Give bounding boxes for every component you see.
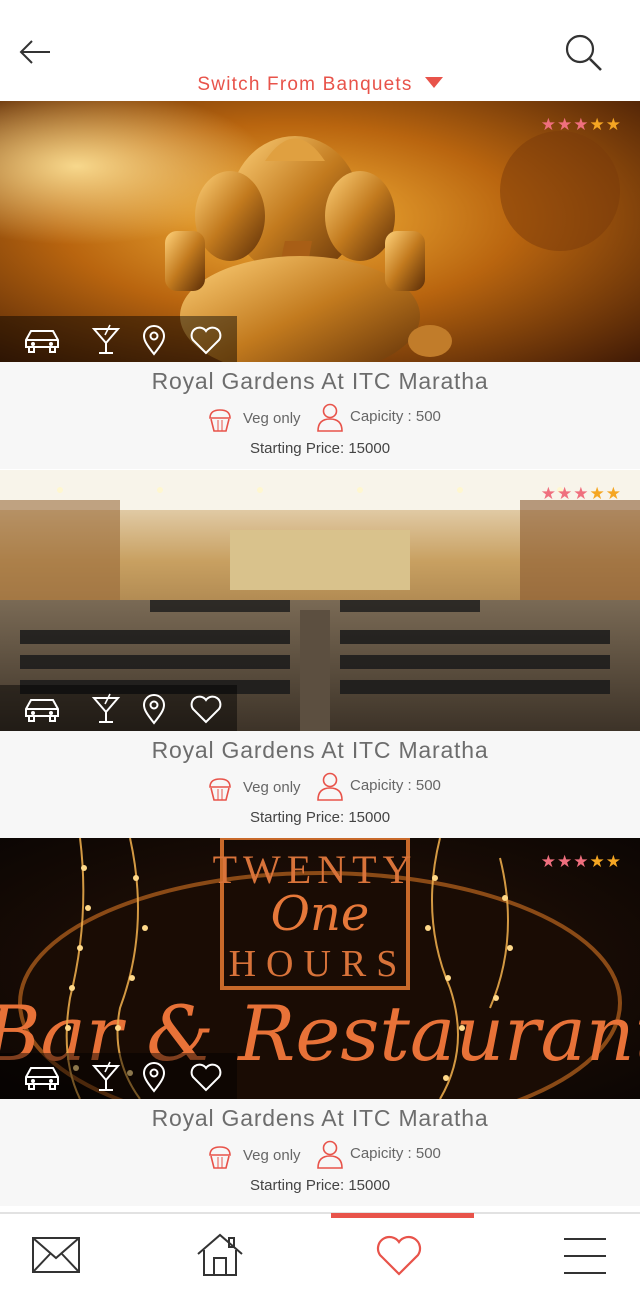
venue-name[interactable]: Royal Gardens At ITC Maratha <box>0 1105 640 1132</box>
star-icon: ★ <box>540 484 557 503</box>
rating-stars: ★★★★★ <box>541 852 622 872</box>
star-icon: ★ <box>605 852 622 871</box>
nav-home[interactable] <box>196 1232 244 1283</box>
starting-price: Starting Price: 15000 <box>249 1177 391 1194</box>
cocktail-icon <box>91 1061 121 1091</box>
cocktail-icon <box>91 324 121 354</box>
venue-name[interactable]: Royal Gardens At ITC Maratha <box>0 737 640 764</box>
switch-category-dropdown[interactable]: Switch From Banquets <box>0 74 640 96</box>
star-icon: ★ <box>589 115 606 134</box>
cupcake-icon <box>209 409 231 432</box>
capacity-label: Capicity : 500 <box>350 1145 441 1162</box>
menu-icon <box>564 1238 606 1274</box>
location-button[interactable] <box>134 1060 174 1094</box>
venue-card[interactable]: ★★★★★ Royal Gardens At ITC Maratha Veg o… <box>0 470 640 838</box>
venue-card[interactable]: TWENTY One HOURS Bar & Restaurant ★★★★★ <box>0 838 640 1206</box>
venue-card[interactable]: ★★★★★ Royal Gardens At ITC Maratha Veg o… <box>0 101 640 469</box>
parking-button[interactable] <box>22 1060 62 1094</box>
amenities-bar <box>0 1053 237 1099</box>
amenities-bar <box>0 685 237 731</box>
food-type-label: Veg only <box>243 1147 301 1164</box>
star-icon: ★ <box>573 852 590 871</box>
search-icon <box>565 34 602 71</box>
bar-button[interactable] <box>86 323 126 357</box>
star-icon: ★ <box>589 852 606 871</box>
heart-icon <box>190 695 222 724</box>
starting-price: Starting Price: 15000 <box>249 440 391 457</box>
venue-info: Royal Gardens At ITC Maratha Veg only Ca… <box>0 731 640 838</box>
search-button[interactable] <box>560 30 606 74</box>
switch-label: Switch From Banquets <box>197 74 413 95</box>
heart-icon <box>190 1063 222 1092</box>
nav-messages[interactable] <box>30 1234 82 1281</box>
venue-info: Royal Gardens At ITC Maratha Veg only Ca… <box>0 1099 640 1206</box>
parking-button[interactable] <box>22 323 62 357</box>
cocktail-icon <box>91 693 121 723</box>
star-icon: ★ <box>540 852 557 871</box>
food-type-label: Veg only <box>243 410 301 427</box>
car-icon <box>25 1067 59 1090</box>
venue-meta: Veg only Capicity : 500 <box>0 771 640 805</box>
location-button[interactable] <box>134 692 174 726</box>
capacity-label: Capicity : 500 <box>350 777 441 794</box>
person-icon <box>317 403 343 432</box>
location-pin-icon <box>142 694 166 725</box>
arrow-left-icon <box>19 40 50 64</box>
rating-stars: ★★★★★ <box>541 115 622 135</box>
bar-button[interactable] <box>86 1060 126 1094</box>
venue-meta: Veg only Capicity : 500 <box>0 1139 640 1173</box>
active-tab-indicator <box>331 1213 474 1218</box>
capacity-label: Capicity : 500 <box>350 408 441 425</box>
star-icon: ★ <box>557 852 574 871</box>
location-button[interactable] <box>134 323 174 357</box>
person-icon <box>317 1140 343 1169</box>
parking-button[interactable] <box>22 692 62 726</box>
venue-meta: Veg only Capicity : 500 <box>0 402 640 436</box>
home-icon <box>197 1233 243 1276</box>
cupcake-icon <box>209 1146 231 1169</box>
car-icon <box>25 699 59 722</box>
star-icon: ★ <box>573 115 590 134</box>
sign-text-hours: HOURS <box>229 943 408 985</box>
star-icon: ★ <box>589 484 606 503</box>
star-icon: ★ <box>540 115 557 134</box>
amenities-bar <box>0 316 237 362</box>
bottom-navigation <box>0 1212 640 1310</box>
bar-button[interactable] <box>86 692 126 726</box>
person-icon <box>317 772 343 801</box>
venue-image[interactable]: ★★★★★ <box>0 470 640 731</box>
favorite-button[interactable] <box>186 692 226 726</box>
location-pin-icon <box>142 325 166 356</box>
location-pin-icon <box>142 1062 166 1093</box>
sign-text-one: One <box>271 886 370 942</box>
star-icon: ★ <box>605 484 622 503</box>
nav-favorites[interactable] <box>374 1234 424 1283</box>
mail-icon <box>32 1237 80 1273</box>
favorite-button[interactable] <box>186 1060 226 1094</box>
rating-stars: ★★★★★ <box>541 484 622 504</box>
venue-info: Royal Gardens At ITC Maratha Veg only Ca… <box>0 362 640 469</box>
nav-menu[interactable] <box>562 1236 608 1281</box>
back-button[interactable] <box>16 34 56 70</box>
cupcake-icon <box>209 778 231 801</box>
star-icon: ★ <box>557 115 574 134</box>
car-icon <box>25 330 59 353</box>
venue-image[interactable]: TWENTY One HOURS Bar & Restaurant ★★★★★ <box>0 838 640 1099</box>
starting-price: Starting Price: 15000 <box>249 809 391 826</box>
favorite-button[interactable] <box>186 323 226 357</box>
caret-down-icon <box>424 77 443 88</box>
food-type-label: Veg only <box>243 779 301 796</box>
star-icon: ★ <box>573 484 590 503</box>
venue-name[interactable]: Royal Gardens At ITC Maratha <box>0 368 640 395</box>
heart-icon <box>376 1235 422 1276</box>
heart-icon <box>190 326 222 355</box>
star-icon: ★ <box>605 115 622 134</box>
venue-image[interactable]: ★★★★★ <box>0 101 640 362</box>
star-icon: ★ <box>557 484 574 503</box>
app-header: Switch From Banquets <box>0 0 640 101</box>
